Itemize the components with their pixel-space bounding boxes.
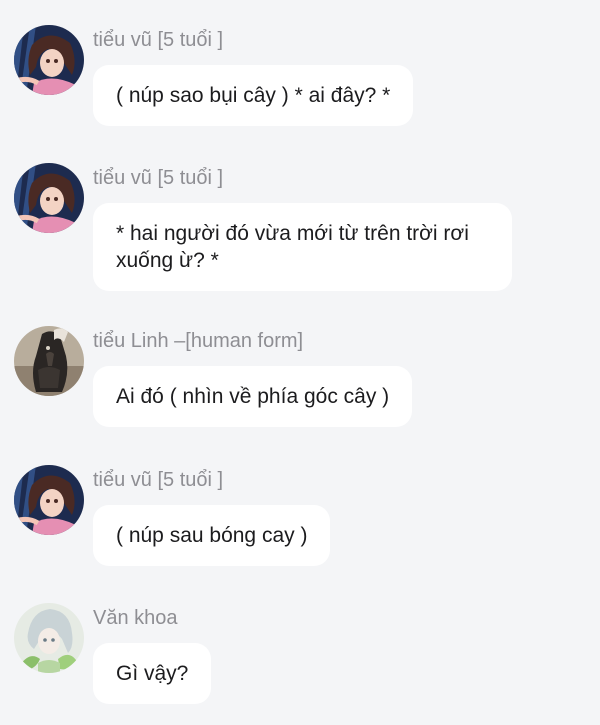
girl-avatar-icon[interactable] bbox=[14, 465, 84, 535]
sender-name: tiểu vũ [5 tuổi ] bbox=[93, 469, 224, 491]
message-bubble[interactable]: ( núp sao bụi cây ) * ai đây? * bbox=[93, 65, 414, 126]
message-bubble[interactable]: Gì vậy? bbox=[93, 643, 212, 704]
chat-thread: tiểu vũ [5 tuổi ] ( núp sao bụi cây ) * … bbox=[0, 0, 600, 725]
sender-name: Văn khoa bbox=[93, 607, 178, 629]
message-bubble[interactable]: * hai người đó vừa mới từ trên trời rơi … bbox=[93, 203, 512, 291]
dark-creature-avatar-icon[interactable] bbox=[14, 326, 84, 396]
sender-name: tiểu vũ [5 tuổi ] bbox=[93, 29, 224, 51]
message-bubble[interactable]: Ai đó ( nhìn về phía góc cây ) bbox=[93, 366, 413, 427]
sender-name: tiểu Linh –[human form] bbox=[93, 330, 304, 352]
girl-avatar-icon[interactable] bbox=[14, 163, 84, 233]
sender-name: tiểu vũ [5 tuổi ] bbox=[93, 167, 224, 189]
girl-avatar-icon[interactable] bbox=[14, 25, 84, 95]
white-hair-avatar-icon[interactable] bbox=[14, 603, 84, 673]
message-bubble[interactable]: ( núp sau bóng cay ) bbox=[93, 505, 331, 566]
